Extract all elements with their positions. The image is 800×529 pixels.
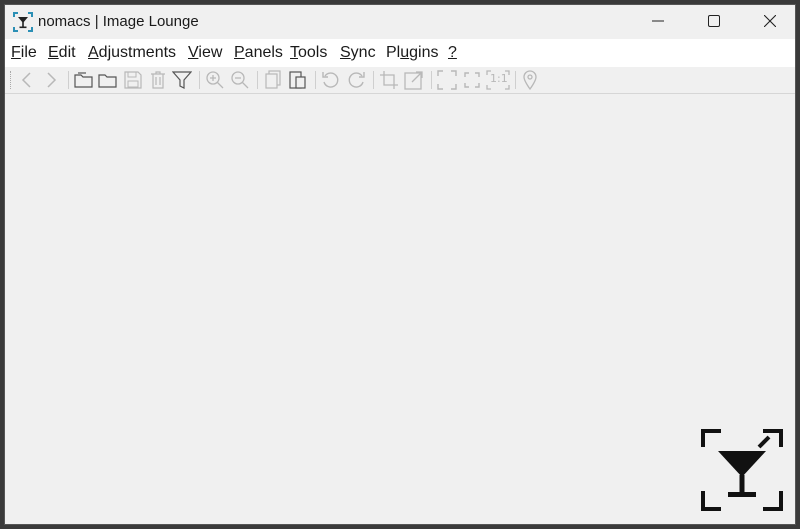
minimize-button[interactable] xyxy=(630,5,686,37)
location-icon xyxy=(523,70,537,90)
menu-panels-mnemonic: P xyxy=(234,44,245,61)
fit-button[interactable] xyxy=(461,69,483,91)
toolbar-separator xyxy=(68,71,69,89)
toolbar-separator xyxy=(515,71,516,89)
menu-adjustments[interactable]: Adjustments xyxy=(88,44,176,62)
nomacs-logo-icon xyxy=(701,429,783,511)
menu-plugins-label-end: gins xyxy=(409,44,439,61)
title-bar[interactable]: nomacs | Image Lounge xyxy=(5,5,795,39)
toolbar-separator xyxy=(199,71,200,89)
menu-plugins-label-start: Pl xyxy=(386,44,401,61)
rotate-right-icon xyxy=(348,72,365,88)
copy-button[interactable] xyxy=(262,69,284,91)
menu-file[interactable]: File xyxy=(11,44,37,62)
minimize-icon xyxy=(652,20,664,22)
menu-tools[interactable]: Tools xyxy=(290,44,327,62)
previous-button[interactable] xyxy=(16,69,38,91)
menu-sync[interactable]: Sync xyxy=(340,44,376,62)
menu-edit[interactable]: Edit xyxy=(48,44,76,62)
menu-tools-label: ools xyxy=(298,44,328,61)
open-button[interactable] xyxy=(73,69,95,91)
delete-icon xyxy=(151,71,165,89)
fit-icon xyxy=(464,72,480,88)
paste-icon xyxy=(289,71,306,89)
toolbar-separator xyxy=(431,71,432,89)
menu-panels[interactable]: Panels xyxy=(234,44,283,62)
toolbar-grip[interactable] xyxy=(10,71,13,89)
one-to-one-button[interactable]: 1:1 xyxy=(485,69,511,91)
menu-sync-label: ync xyxy=(350,44,376,61)
paste-button[interactable] xyxy=(287,69,309,91)
maximize-button[interactable] xyxy=(686,5,742,37)
fullscreen-icon xyxy=(437,70,457,90)
menu-view[interactable]: View xyxy=(188,44,222,62)
menu-edit-mnemonic: E xyxy=(48,44,59,61)
browse-folder-button[interactable] xyxy=(97,69,119,91)
toolbar-separator xyxy=(315,71,316,89)
toolbar-separator xyxy=(373,71,374,89)
zoom-out-icon xyxy=(231,71,249,89)
save-button[interactable] xyxy=(122,69,144,91)
menu-bar: File Edit Adjustments View Panels Tools … xyxy=(5,39,795,67)
menu-edit-label: dit xyxy=(58,44,76,61)
location-button[interactable] xyxy=(519,69,541,91)
menu-tools-mnemonic: T xyxy=(290,44,298,61)
close-button[interactable] xyxy=(742,5,795,37)
zoom-in-icon xyxy=(206,71,224,89)
rotate-left-button[interactable] xyxy=(320,69,342,91)
menu-view-label: iew xyxy=(198,44,223,61)
crop-icon xyxy=(380,71,398,89)
window-title: nomacs | Image Lounge xyxy=(38,13,199,30)
rotate-right-button[interactable] xyxy=(345,69,367,91)
menu-sync-mnemonic: S xyxy=(340,44,351,61)
image-viewport[interactable] xyxy=(5,94,795,524)
delete-button[interactable] xyxy=(147,69,169,91)
toolbar: 1:1 xyxy=(5,67,795,94)
rotate-left-icon xyxy=(322,72,339,88)
menu-help-mnemonic: ? xyxy=(448,44,457,61)
zoom-in-button[interactable] xyxy=(204,69,226,91)
toolbar-separator xyxy=(257,71,258,89)
fullscreen-button[interactable] xyxy=(436,69,458,91)
menu-help[interactable]: ? xyxy=(448,44,457,62)
maximize-icon xyxy=(708,15,720,27)
zoom-out-button[interactable] xyxy=(229,69,251,91)
app-window: nomacs | Image Lounge File Edit Adjustme… xyxy=(4,4,796,525)
resize-icon xyxy=(404,71,423,90)
menu-plugins-mnemonic: u xyxy=(400,44,410,61)
menu-plugins[interactable]: Plugins xyxy=(386,44,439,62)
menu-view-mnemonic: V xyxy=(188,44,199,61)
save-icon xyxy=(124,71,142,89)
close-icon xyxy=(764,15,776,27)
filter-button[interactable] xyxy=(171,69,193,91)
copy-icon xyxy=(265,70,281,89)
open-folder-icon xyxy=(74,72,93,88)
previous-icon xyxy=(21,72,31,88)
next-button[interactable] xyxy=(40,69,62,91)
filter-icon xyxy=(172,71,192,89)
menu-file-mnemonic: F xyxy=(11,44,21,61)
menu-adjustments-mnemonic: A xyxy=(88,44,99,61)
resize-button[interactable] xyxy=(403,69,425,91)
one-to-one-label: 1:1 xyxy=(490,72,508,85)
menu-adjustments-label: djustments xyxy=(98,44,177,61)
next-icon xyxy=(47,72,57,88)
browse-folder-icon xyxy=(98,74,117,88)
menu-file-label: ile xyxy=(20,44,37,61)
menu-panels-label: anels xyxy=(244,44,283,61)
nomacs-glass-icon xyxy=(13,12,33,32)
crop-button[interactable] xyxy=(378,69,400,91)
